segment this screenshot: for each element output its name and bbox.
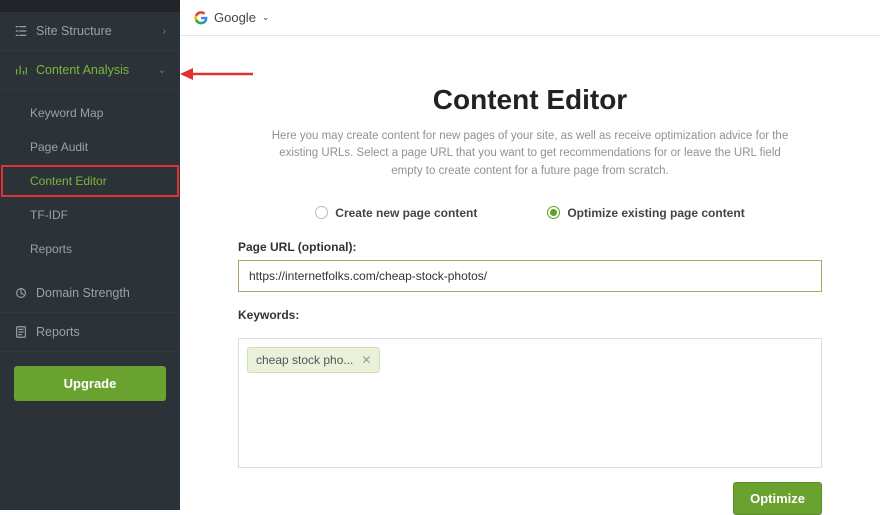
top-strip (0, 0, 180, 12)
sidebar-item-label: Domain Strength (36, 286, 130, 300)
action-row: Optimize (180, 468, 880, 515)
keywords-label: Keywords: (238, 308, 822, 322)
site-structure-icon (14, 24, 28, 38)
option-label: Create new page content (335, 206, 477, 220)
chevron-down-icon: ⌄ (158, 65, 166, 76)
option-label: Optimize existing page content (567, 206, 744, 220)
form-area: Page URL (optional): Keywords: cheap sto… (180, 240, 880, 468)
url-label: Page URL (optional): (238, 240, 822, 254)
content-analysis-icon (14, 63, 28, 77)
radio-checked-icon (547, 206, 560, 219)
main-content: Google ⌄ Content Editor Here you may cre… (180, 0, 880, 510)
domain-strength-icon (14, 286, 28, 300)
keywords-box[interactable]: cheap stock pho... ✕ (238, 338, 822, 468)
option-optimize-existing[interactable]: Optimize existing page content (547, 206, 744, 220)
chevron-down-icon: ⌄ (262, 12, 270, 23)
sidebar-item-reports[interactable]: Reports (0, 313, 180, 352)
sidebar-item-content-analysis[interactable]: Content Analysis ⌄ (0, 51, 180, 90)
close-icon[interactable]: ✕ (361, 353, 371, 367)
hero-section: Content Editor Here you may create conte… (180, 36, 880, 198)
page-url-input[interactable] (238, 260, 822, 292)
keyword-tag-text: cheap stock pho... (256, 353, 353, 367)
sidebar-item-label: Site Structure (36, 24, 112, 38)
search-engine-label: Google (214, 10, 256, 25)
sidebar-sub-keyword-map[interactable]: Keyword Map (0, 96, 180, 130)
keyword-tag[interactable]: cheap stock pho... ✕ (247, 347, 380, 373)
mode-options: Create new page content Optimize existin… (180, 206, 880, 220)
chevron-right-icon: › (163, 26, 166, 37)
upgrade-container: Upgrade (0, 352, 180, 415)
sidebar-item-site-structure[interactable]: Site Structure › (0, 12, 180, 51)
reports-icon (14, 325, 28, 339)
page-title: Content Editor (240, 84, 820, 116)
sidebar-sub-reports[interactable]: Reports (0, 232, 180, 266)
search-engine-selector[interactable]: Google ⌄ (180, 0, 880, 36)
radio-unchecked-icon (315, 206, 328, 219)
page-description: Here you may create content for new page… (270, 128, 790, 180)
content-analysis-sublist: Keyword Map Page Audit Content Editor TF… (0, 90, 180, 274)
sidebar-item-label: Content Analysis (36, 63, 129, 77)
sidebar-sub-content-editor[interactable]: Content Editor (0, 164, 180, 198)
option-create-new[interactable]: Create new page content (315, 206, 477, 220)
sidebar-item-domain-strength[interactable]: Domain Strength (0, 274, 180, 313)
upgrade-button[interactable]: Upgrade (14, 366, 166, 401)
sidebar-item-label: Reports (36, 325, 80, 339)
google-icon (194, 11, 208, 25)
sidebar: Site Structure › Content Analysis ⌄ Keyw… (0, 0, 180, 510)
sidebar-sub-page-audit[interactable]: Page Audit (0, 130, 180, 164)
sidebar-sub-tf-idf[interactable]: TF-IDF (0, 198, 180, 232)
